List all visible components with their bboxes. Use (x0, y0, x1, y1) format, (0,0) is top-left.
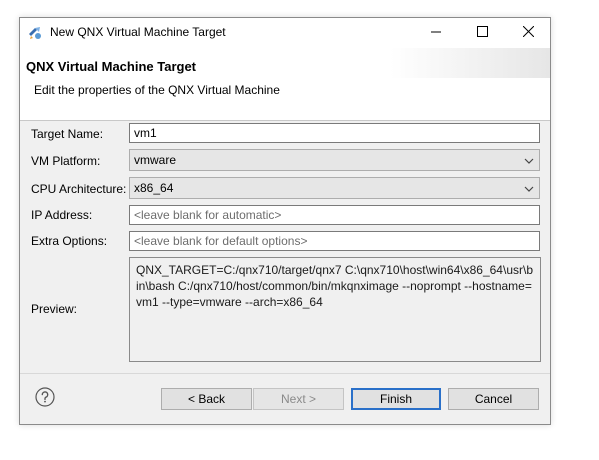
wizard-banner: QNX Virtual Machine Target Edit the prop… (20, 48, 550, 121)
maximize-button[interactable] (459, 18, 505, 48)
help-icon[interactable] (35, 387, 55, 407)
qnx-target-icon (27, 25, 43, 41)
cpu-architecture-value: x86_64 (134, 181, 174, 195)
extra-options-input[interactable]: <leave blank for default options> (129, 231, 540, 251)
minimize-icon (430, 26, 442, 40)
banner-description: Edit the properties of the QNX Virtual M… (34, 83, 280, 97)
close-button[interactable] (505, 18, 551, 48)
target-name-input[interactable]: vm1 (129, 123, 540, 143)
vm-platform-value: vmware (134, 153, 177, 167)
vm-platform-label: VM Platform: (31, 154, 101, 168)
banner-decoration (390, 48, 550, 78)
window-title: New QNX Virtual Machine Target (50, 25, 226, 39)
minimize-button[interactable] (413, 18, 459, 48)
cpu-architecture-select[interactable]: x86_64 (129, 177, 540, 199)
title-bar[interactable]: New QNX Virtual Machine Target (20, 18, 550, 48)
wizard-dialog: New QNX Virtual Machine Target QNX Virtu… (19, 17, 551, 425)
ip-address-label: IP Address: (31, 208, 93, 222)
close-icon (522, 25, 534, 40)
extra-options-label: Extra Options: (31, 234, 108, 248)
chevron-down-icon (524, 155, 534, 169)
target-name-label: Target Name: (31, 127, 104, 141)
next-button[interactable]: Next > (253, 388, 344, 410)
maximize-icon (476, 26, 488, 40)
back-button[interactable]: < Back (161, 388, 252, 410)
preview-text: QNX_TARGET=C:/qnx710/target/qnx7 C:\qnx7… (129, 257, 541, 362)
banner-title: QNX Virtual Machine Target (26, 59, 197, 74)
cancel-button[interactable]: Cancel (448, 388, 539, 410)
preview-label: Preview: (31, 302, 78, 316)
chevron-down-icon (524, 183, 534, 197)
finish-button[interactable]: Finish (351, 388, 441, 410)
vm-platform-select[interactable]: vmware (129, 149, 540, 171)
cpu-architecture-label: CPU Architecture: (31, 182, 127, 196)
button-bar-separator (20, 373, 550, 374)
ip-address-input[interactable]: <leave blank for automatic> (129, 205, 540, 225)
